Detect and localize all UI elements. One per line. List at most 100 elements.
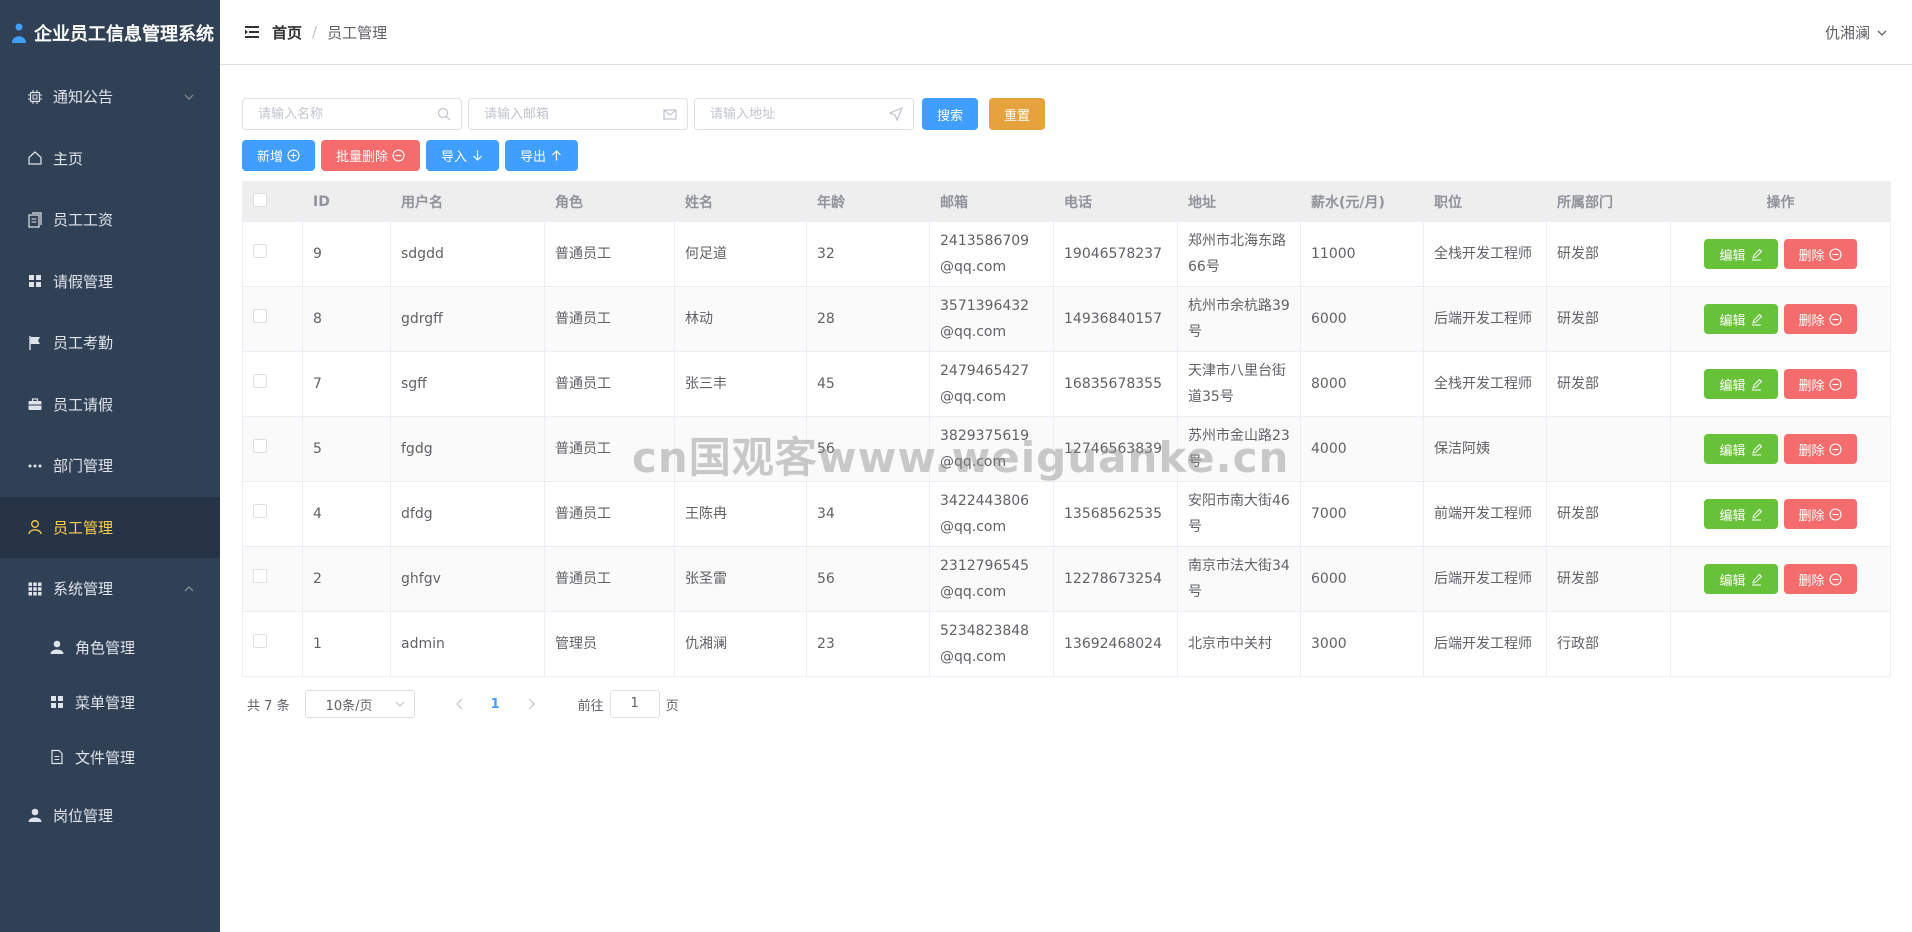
app-logo: 企业员工信息管理系统 (0, 0, 220, 66)
more-icon (26, 457, 44, 475)
delete-button[interactable]: 删除 (1783, 434, 1857, 464)
search-icon (437, 107, 451, 121)
chevron-down-icon (395, 701, 405, 707)
delete-button[interactable]: 删除 (1783, 304, 1857, 334)
batch-delete-label: 批量删除 (336, 150, 389, 165)
col-header-age: 年龄 (806, 181, 930, 222)
email-search-wrapper (468, 98, 688, 130)
row-checkbox[interactable] (253, 504, 267, 518)
edit-button[interactable]: 编辑 (1704, 434, 1778, 464)
app-title: 企业员工信息管理系统 (34, 24, 214, 45)
user-name: 仇湘澜 (1824, 24, 1870, 42)
delete-button[interactable]: 删除 (1783, 499, 1857, 529)
row-checkbox[interactable] (253, 569, 267, 583)
edit-button[interactable]: 编辑 (1704, 369, 1778, 399)
cell-email: 5234823848@qq.com (929, 611, 1054, 677)
total-prefix: 共 (247, 698, 261, 714)
cpu-icon (26, 88, 44, 106)
row-checkbox[interactable] (253, 309, 267, 323)
cell-age: 28 (806, 286, 930, 352)
row-checkbox[interactable] (253, 634, 267, 648)
sidebar-item-5[interactable]: 员工请假 (0, 374, 220, 436)
system-submenu: 角色管理 菜单管理 文件管理 (0, 619, 220, 785)
page-size-select[interactable]: 10条/页 (304, 690, 415, 718)
breadcrumb-current: 员工管理 (327, 23, 388, 42)
address-search-wrapper (694, 98, 914, 130)
remove-outline-icon (1828, 312, 1842, 326)
reset-button[interactable]: 重置 (989, 98, 1046, 130)
row-select-cell (242, 221, 303, 287)
edit-button-label: 编辑 (1719, 443, 1746, 459)
import-button-label: 导入 (441, 150, 468, 165)
remove-outline-icon (1828, 442, 1842, 456)
cell-address: 安阳市南大街46号 (1177, 481, 1301, 547)
cell-ops: 编辑 删除 (1670, 351, 1891, 417)
jump-page-input[interactable]: 1 (609, 690, 660, 718)
sidebar-item-7[interactable]: 员工管理 (0, 496, 220, 558)
cell-username: ghfgv (390, 546, 545, 612)
edit-button[interactable]: 编辑 (1704, 499, 1778, 529)
cell-email: 3571396432@qq.com (929, 286, 1054, 352)
row-checkbox[interactable] (253, 374, 267, 388)
name-search-input[interactable] (243, 99, 461, 129)
row-select-cell (242, 286, 303, 352)
address-search-input[interactable] (695, 99, 913, 129)
cell-email: 3422443806@qq.com (929, 481, 1054, 547)
export-button[interactable]: 导出 (505, 140, 579, 171)
email-search-input[interactable] (469, 99, 687, 129)
sidebar-item-4[interactable]: 员工考勤 (0, 312, 220, 374)
delete-button[interactable]: 删除 (1783, 239, 1857, 269)
search-button[interactable]: 搜索 (922, 98, 979, 130)
sidebar-item-8[interactable]: 系统管理 (0, 558, 220, 620)
cell-salary: 4000 (1300, 416, 1424, 482)
sidebar: 企业员工信息管理系统 通知公告 主页 员工工资 请假管理 员工考勤 员工请假 部… (0, 0, 220, 932)
grid-icon (48, 693, 66, 711)
pagination: 共 7 条 10条/页 1 前往 1 页 (242, 690, 1890, 718)
jump-prefix: 前往 (577, 698, 604, 714)
cell-name: 王陈冉 (674, 481, 807, 547)
briefcase-icon (26, 395, 44, 413)
col-header-salary: 薪水(元/月) (1300, 181, 1424, 222)
sidebar-subitem-label: 角色管理 (75, 638, 136, 657)
app-logo-icon (12, 23, 26, 43)
cell-age: 34 (806, 481, 930, 547)
row-checkbox[interactable] (253, 244, 267, 258)
sidebar-item-label: 员工考勤 (53, 334, 114, 353)
sidebar-item-1[interactable]: 主页 (0, 128, 220, 190)
sidebar-item-2[interactable]: 员工工资 (0, 189, 220, 251)
sidebar-item-label: 系统管理 (53, 580, 114, 599)
edit-icon (1751, 573, 1762, 585)
sidebar-item-post[interactable]: 岗位管理 (0, 785, 220, 847)
breadcrumb-home[interactable]: 首页 (272, 22, 302, 43)
select-all-checkbox[interactable] (253, 192, 267, 207)
table-row: 1 admin 管理员 仇湘澜 23 5234823848@qq.com 136924680… (242, 611, 1891, 677)
next-page-button[interactable] (516, 690, 546, 718)
hamburger-icon[interactable] (244, 24, 260, 40)
add-button[interactable]: 新增 (242, 140, 316, 171)
sidebar-subitem-0[interactable]: 角色管理 (0, 620, 220, 675)
sidebar-subitem-2[interactable]: 文件管理 (0, 730, 220, 785)
edit-button[interactable]: 编辑 (1704, 239, 1778, 269)
delete-button[interactable]: 删除 (1783, 564, 1857, 594)
batch-delete-button[interactable]: 批量删除 (321, 140, 421, 171)
row-checkbox[interactable] (253, 439, 267, 453)
prev-page-button[interactable] (445, 690, 475, 718)
cell-username: sgff (390, 351, 545, 417)
delete-button[interactable]: 删除 (1783, 369, 1857, 399)
sidebar-subitem-1[interactable]: 菜单管理 (0, 675, 220, 730)
sidebar-item-6[interactable]: 部门管理 (0, 435, 220, 497)
cell-email: 2479465427@qq.com (929, 351, 1054, 417)
cell-username: gdrgff (390, 286, 545, 352)
cell-address: 郑州市北海东路66号 (1177, 221, 1301, 287)
user-menu[interactable]: 仇湘澜 (1825, 22, 1888, 43)
sidebar-item-3[interactable]: 请假管理 (0, 251, 220, 313)
total-suffix: 条 (276, 698, 290, 714)
cell-username: dfdg (390, 481, 545, 547)
import-button[interactable]: 导入 (426, 140, 500, 171)
edit-button[interactable]: 编辑 (1704, 564, 1778, 594)
edit-button[interactable]: 编辑 (1704, 304, 1778, 334)
sidebar-item-0[interactable]: 通知公告 (0, 66, 220, 128)
cell-salary: 6000 (1300, 546, 1424, 612)
page-number-current[interactable]: 1 (491, 697, 500, 712)
chevron-down-icon (1877, 30, 1887, 36)
